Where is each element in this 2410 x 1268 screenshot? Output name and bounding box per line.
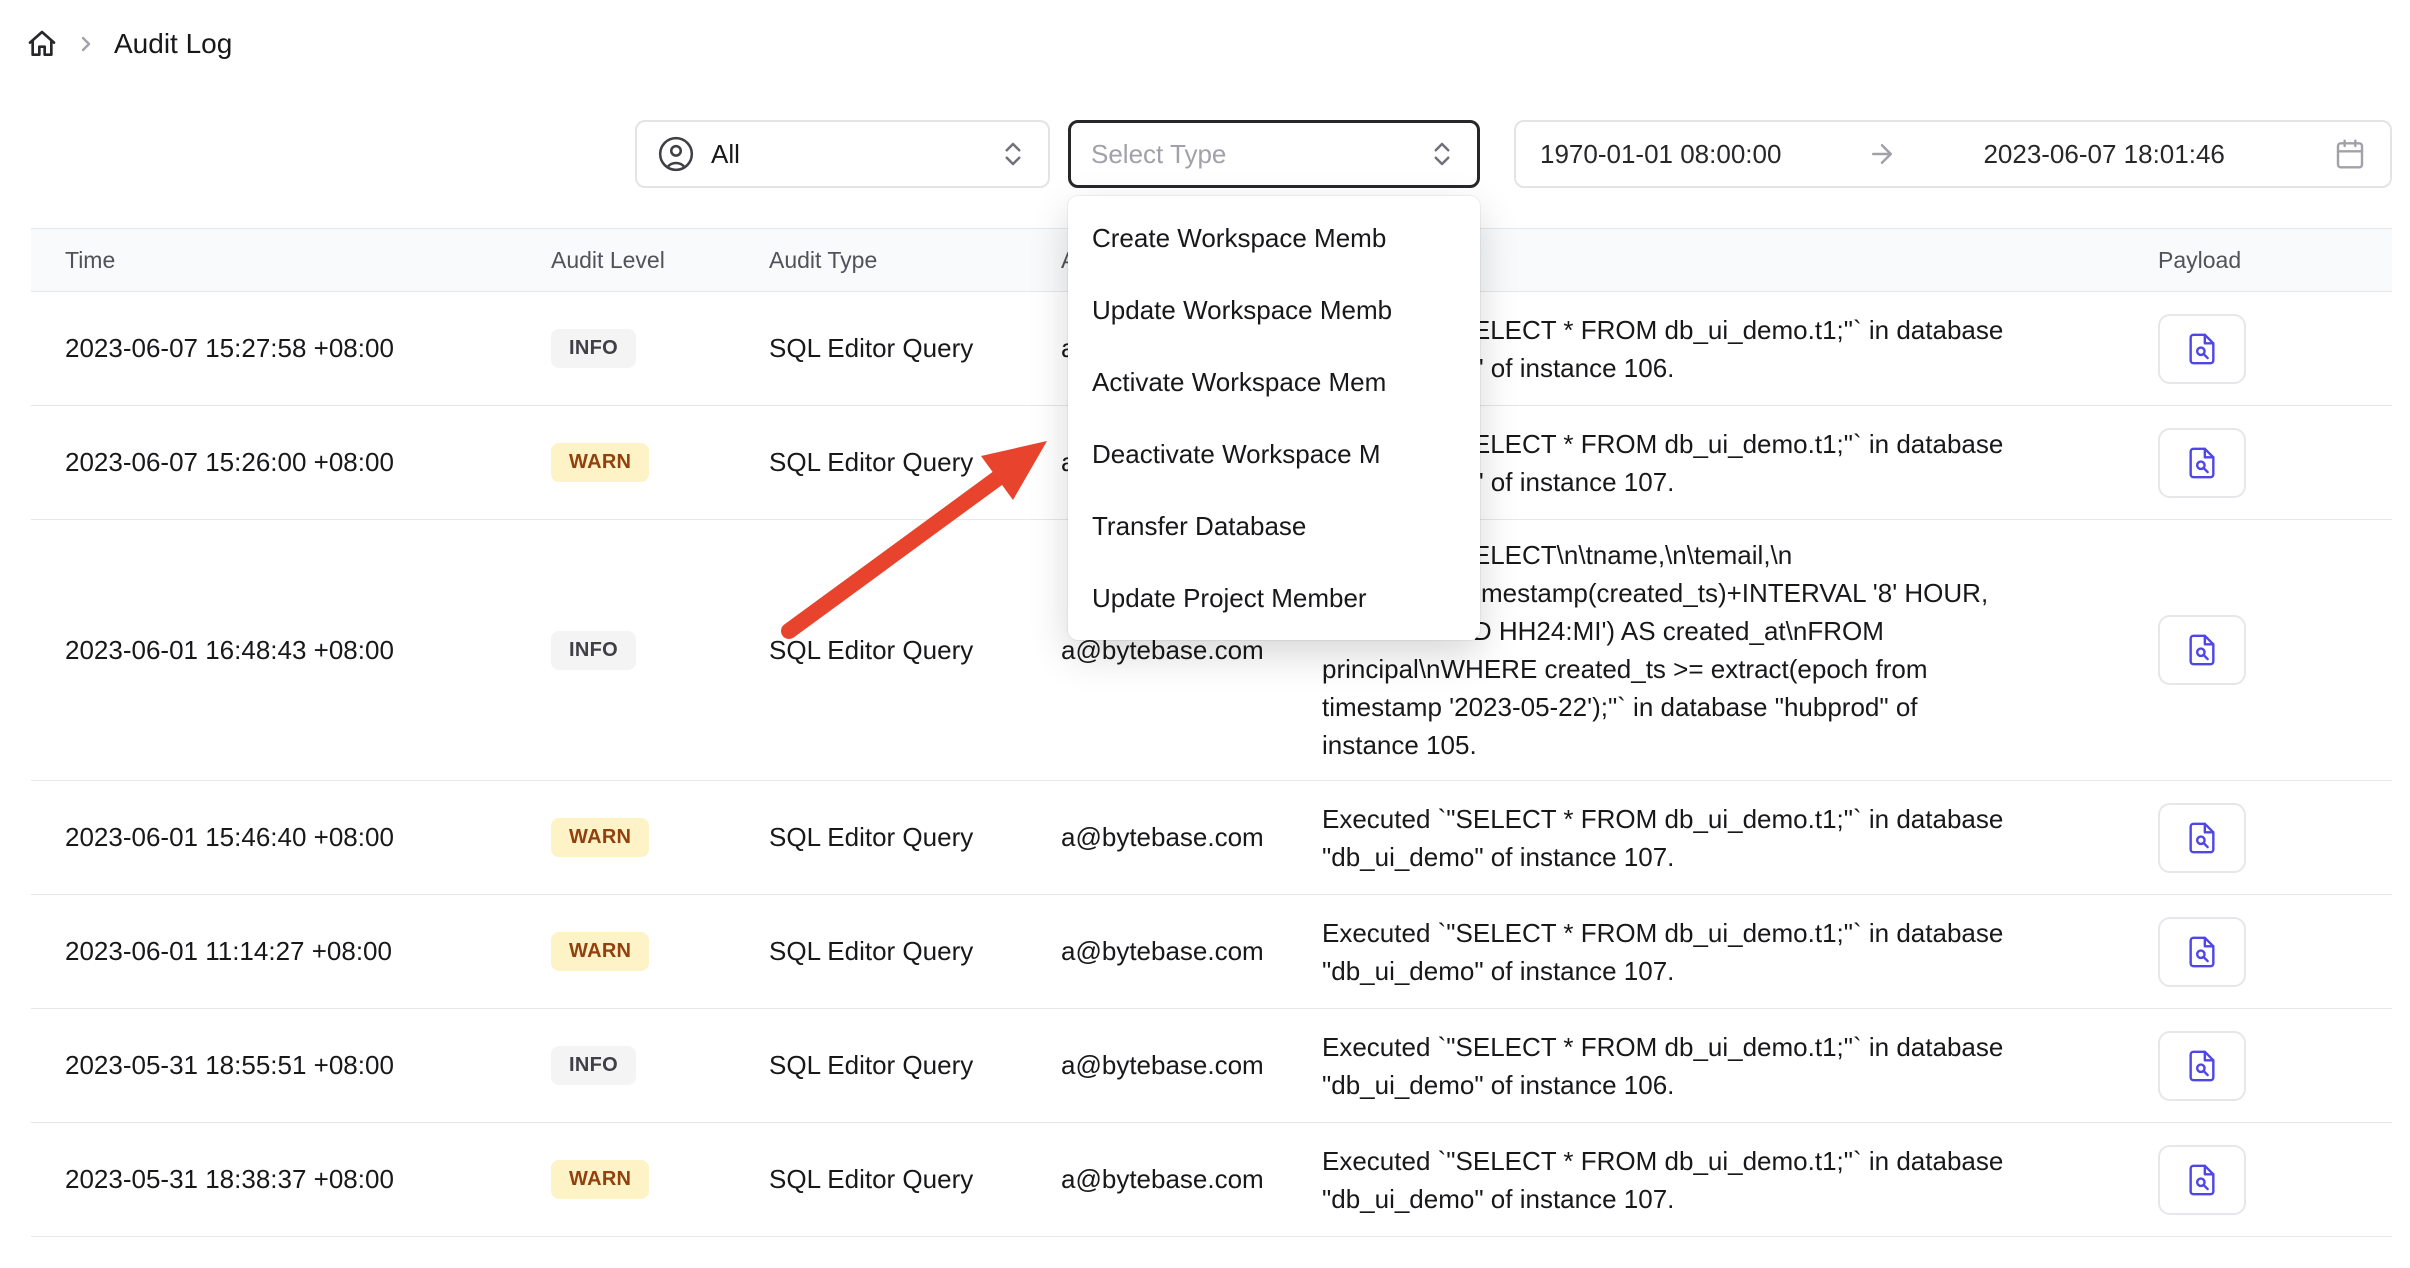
payload-view-button[interactable] — [2158, 1145, 2246, 1215]
user-filter-value: All — [711, 139, 740, 170]
page-title: Audit Log — [114, 28, 232, 60]
row-time: 2023-05-31 18:38:37 +08:00 — [31, 1164, 551, 1195]
row-time: 2023-06-01 15:46:40 +08:00 — [31, 822, 551, 853]
payload-view-button[interactable] — [2158, 428, 2246, 498]
breadcrumb: Audit Log — [26, 28, 232, 60]
audit-log-page: Audit Log All Select Type 1970-01-01 08:… — [0, 0, 2410, 1268]
chevron-right-icon — [74, 32, 98, 56]
calendar-icon[interactable] — [2334, 138, 2366, 170]
row-time: 2023-06-01 16:48:43 +08:00 — [31, 635, 551, 666]
file-search-icon — [2185, 1163, 2219, 1197]
row-actor: a@bytebase.com — [1061, 936, 1322, 967]
row-actor: a@bytebase.com — [1061, 1050, 1322, 1081]
user-circle-icon — [657, 135, 695, 173]
date-range-start[interactable]: 1970-01-01 08:00:00 — [1540, 139, 1781, 170]
table-row: 2023-05-31 18:38:37 +08:00WARN SQL Editor… — [31, 1123, 2392, 1237]
home-icon[interactable] — [26, 28, 58, 60]
row-audit-type: SQL Editor Query — [769, 447, 1061, 478]
type-filter-select[interactable]: Select Type — [1068, 120, 1480, 188]
payload-view-button[interactable] — [2158, 803, 2246, 873]
type-dropdown-option[interactable]: Update Workspace Memb — [1068, 274, 1480, 346]
row-payload — [2158, 428, 2392, 498]
column-header-time: Time — [31, 247, 551, 274]
row-comment: Executed `"SELECT * FROM db_ui_demo.t1;"… — [1322, 914, 2158, 990]
column-header-payload: Payload — [2158, 247, 2392, 274]
audit-level-badge: INFO — [551, 631, 636, 670]
row-time: 2023-05-31 18:55:51 +08:00 — [31, 1050, 551, 1081]
row-audit-type: SQL Editor Query — [769, 1164, 1061, 1195]
row-payload — [2158, 1031, 2392, 1101]
row-audit-type: SQL Editor Query — [769, 635, 1061, 666]
audit-level-badge: WARN — [551, 443, 649, 482]
table-row: 2023-06-01 15:46:40 +08:00WARN SQL Editor… — [31, 781, 2392, 895]
row-time: 2023-06-07 15:26:00 +08:00 — [31, 447, 551, 478]
type-dropdown-option[interactable]: Deactivate Workspace M — [1068, 418, 1480, 490]
audit-level-badge: INFO — [551, 329, 636, 368]
row-time: 2023-06-01 11:14:27 +08:00 — [31, 936, 551, 967]
row-audit-type: SQL Editor Query — [769, 333, 1061, 364]
file-search-icon — [2185, 935, 2219, 969]
row-payload — [2158, 917, 2392, 987]
row-payload — [2158, 314, 2392, 384]
file-search-icon — [2185, 633, 2219, 667]
row-payload — [2158, 803, 2392, 873]
type-dropdown-option[interactable]: Activate Workspace Mem — [1068, 346, 1480, 418]
row-audit-level: WARN — [551, 1160, 769, 1199]
row-audit-level: WARN — [551, 932, 769, 971]
file-search-icon — [2185, 821, 2219, 855]
file-search-icon — [2185, 332, 2219, 366]
date-range-picker[interactable]: 1970-01-01 08:00:00 2023-06-07 18:01:46 — [1514, 120, 2392, 188]
arrow-right-icon — [1867, 139, 1897, 169]
row-time: 2023-06-07 15:27:58 +08:00 — [31, 333, 551, 364]
row-audit-level: WARN — [551, 818, 769, 857]
row-audit-level: INFO — [551, 631, 769, 670]
user-filter-select[interactable]: All — [635, 120, 1050, 188]
table-row: 2023-05-31 18:55:51 +08:00INFO SQL Editor… — [31, 1009, 2392, 1123]
audit-level-badge: WARN — [551, 932, 649, 971]
table-row: 2023-06-01 11:14:27 +08:00WARN SQL Editor… — [31, 895, 2392, 1009]
audit-level-badge: WARN — [551, 1160, 649, 1199]
date-range-end[interactable]: 2023-06-07 18:01:46 — [1983, 139, 2224, 170]
audit-level-badge: WARN — [551, 818, 649, 857]
payload-view-button[interactable] — [2158, 314, 2246, 384]
column-header-audit-level: Audit Level — [551, 247, 769, 274]
file-search-icon — [2185, 446, 2219, 480]
row-audit-type: SQL Editor Query — [769, 936, 1061, 967]
payload-view-button[interactable] — [2158, 615, 2246, 685]
type-dropdown-option[interactable]: Update Project Member — [1068, 562, 1480, 634]
row-audit-type: SQL Editor Query — [769, 1050, 1061, 1081]
row-actor: a@bytebase.com — [1061, 822, 1322, 853]
audit-level-badge: INFO — [551, 1046, 636, 1085]
column-header-audit-type: Audit Type — [769, 247, 1061, 274]
payload-view-button[interactable] — [2158, 1031, 2246, 1101]
row-actor: a@bytebase.com — [1061, 1164, 1322, 1195]
row-comment: Executed `"SELECT * FROM db_ui_demo.t1;"… — [1322, 800, 2158, 876]
row-payload — [2158, 1145, 2392, 1215]
row-comment: Executed `"SELECT * FROM db_ui_demo.t1;"… — [1322, 1028, 2158, 1104]
row-comment: Executed `"SELECT * FROM db_ui_demo.t1;"… — [1322, 1142, 2158, 1218]
type-dropdown-option[interactable]: Transfer Database — [1068, 490, 1480, 562]
type-filter-placeholder: Select Type — [1091, 139, 1226, 170]
type-dropdown-menu: Create Workspace MembUpdate Workspace Me… — [1068, 196, 1480, 640]
row-audit-type: SQL Editor Query — [769, 822, 1061, 853]
payload-view-button[interactable] — [2158, 917, 2246, 987]
chevrons-up-down-icon — [998, 139, 1028, 169]
row-payload — [2158, 615, 2392, 685]
file-search-icon — [2185, 1049, 2219, 1083]
row-audit-level: INFO — [551, 1046, 769, 1085]
row-audit-level: INFO — [551, 329, 769, 368]
chevrons-up-down-icon — [1427, 139, 1457, 169]
type-dropdown-option[interactable]: Create Workspace Memb — [1068, 202, 1480, 274]
row-audit-level: WARN — [551, 443, 769, 482]
